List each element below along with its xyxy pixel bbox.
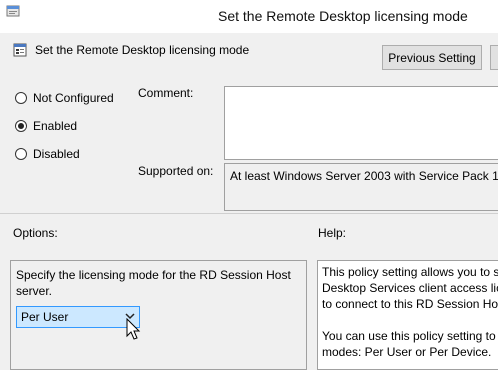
help-line: You can use this policy setting to	[322, 329, 496, 343]
radio-enabled[interactable]: Enabled	[15, 119, 77, 133]
comment-textarea[interactable]	[224, 86, 498, 160]
title-bar: Set the Remote Desktop licensing mode	[0, 0, 498, 33]
radio-circle[interactable]	[15, 148, 27, 160]
help-line: to connect to this RD Session Hos	[322, 297, 498, 311]
policy-setting-icon	[13, 43, 27, 57]
help-line: modes: Per User or Per Device.	[322, 345, 492, 359]
supported-on-value: At least Windows Server 2003 with Servic…	[224, 163, 498, 211]
section-divider	[0, 213, 498, 214]
licensing-mode-selected: Per User	[21, 310, 69, 324]
next-setting-button[interactable]	[490, 45, 498, 70]
radio-disabled[interactable]: Disabled	[15, 147, 80, 161]
supported-on-label: Supported on:	[138, 164, 214, 178]
radio-label-not-configured: Not Configured	[33, 91, 114, 105]
options-label: Options:	[13, 226, 58, 240]
policy-app-icon	[6, 5, 20, 17]
help-line: This policy setting allows you to s	[322, 265, 498, 279]
window-title: Set the Remote Desktop licensing mode	[218, 8, 468, 24]
radio-not-configured[interactable]: Not Configured	[15, 91, 114, 105]
radio-label-disabled: Disabled	[33, 147, 80, 161]
help-line: Desktop Services client access lice	[322, 281, 498, 295]
licensing-mode-dropdown[interactable]: Per User	[16, 306, 140, 328]
mouse-cursor-icon	[126, 318, 141, 340]
radio-circle[interactable]	[15, 92, 27, 104]
help-panel: This policy setting allows you to s Desk…	[317, 260, 498, 370]
comment-label: Comment:	[138, 86, 194, 100]
radio-circle-checked[interactable]	[15, 120, 27, 132]
radio-label-enabled: Enabled	[33, 119, 78, 133]
policy-name-heading: Set the Remote Desktop licensing mode	[35, 43, 250, 57]
help-label: Help:	[318, 226, 347, 240]
help-text: This policy setting allows you to s Desk…	[322, 264, 498, 360]
previous-setting-button[interactable]: Previous Setting	[382, 45, 482, 70]
options-panel: Specify the licensing mode for the RD Se…	[10, 260, 307, 370]
options-description: Specify the licensing mode for the RD Se…	[16, 268, 291, 298]
